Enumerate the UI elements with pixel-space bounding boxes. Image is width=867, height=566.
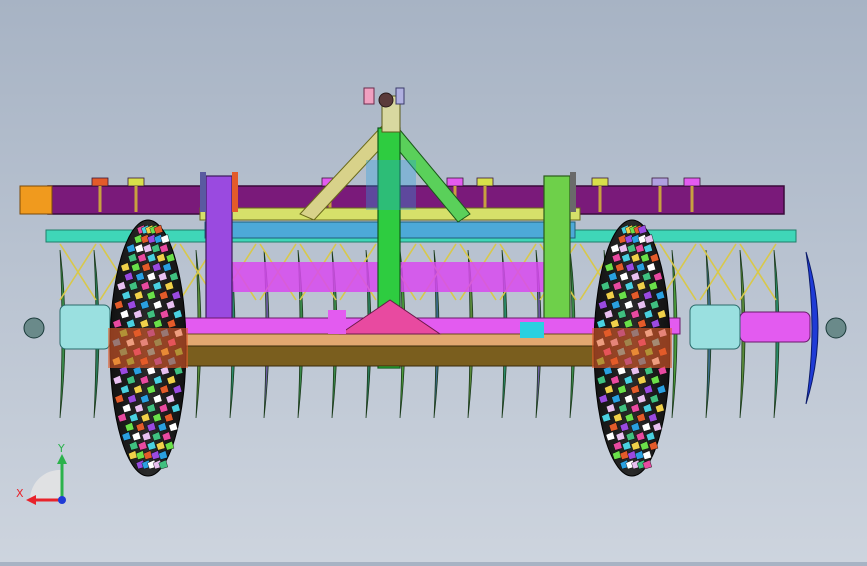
triad-x-label: X [16,487,24,500]
cad-3d-viewport[interactable]: Y X [0,0,867,562]
cad-model-view[interactable]: Y X [0,0,867,562]
coordinate-triad: Y X [16,442,67,505]
triad-y-label: Y [57,442,65,455]
